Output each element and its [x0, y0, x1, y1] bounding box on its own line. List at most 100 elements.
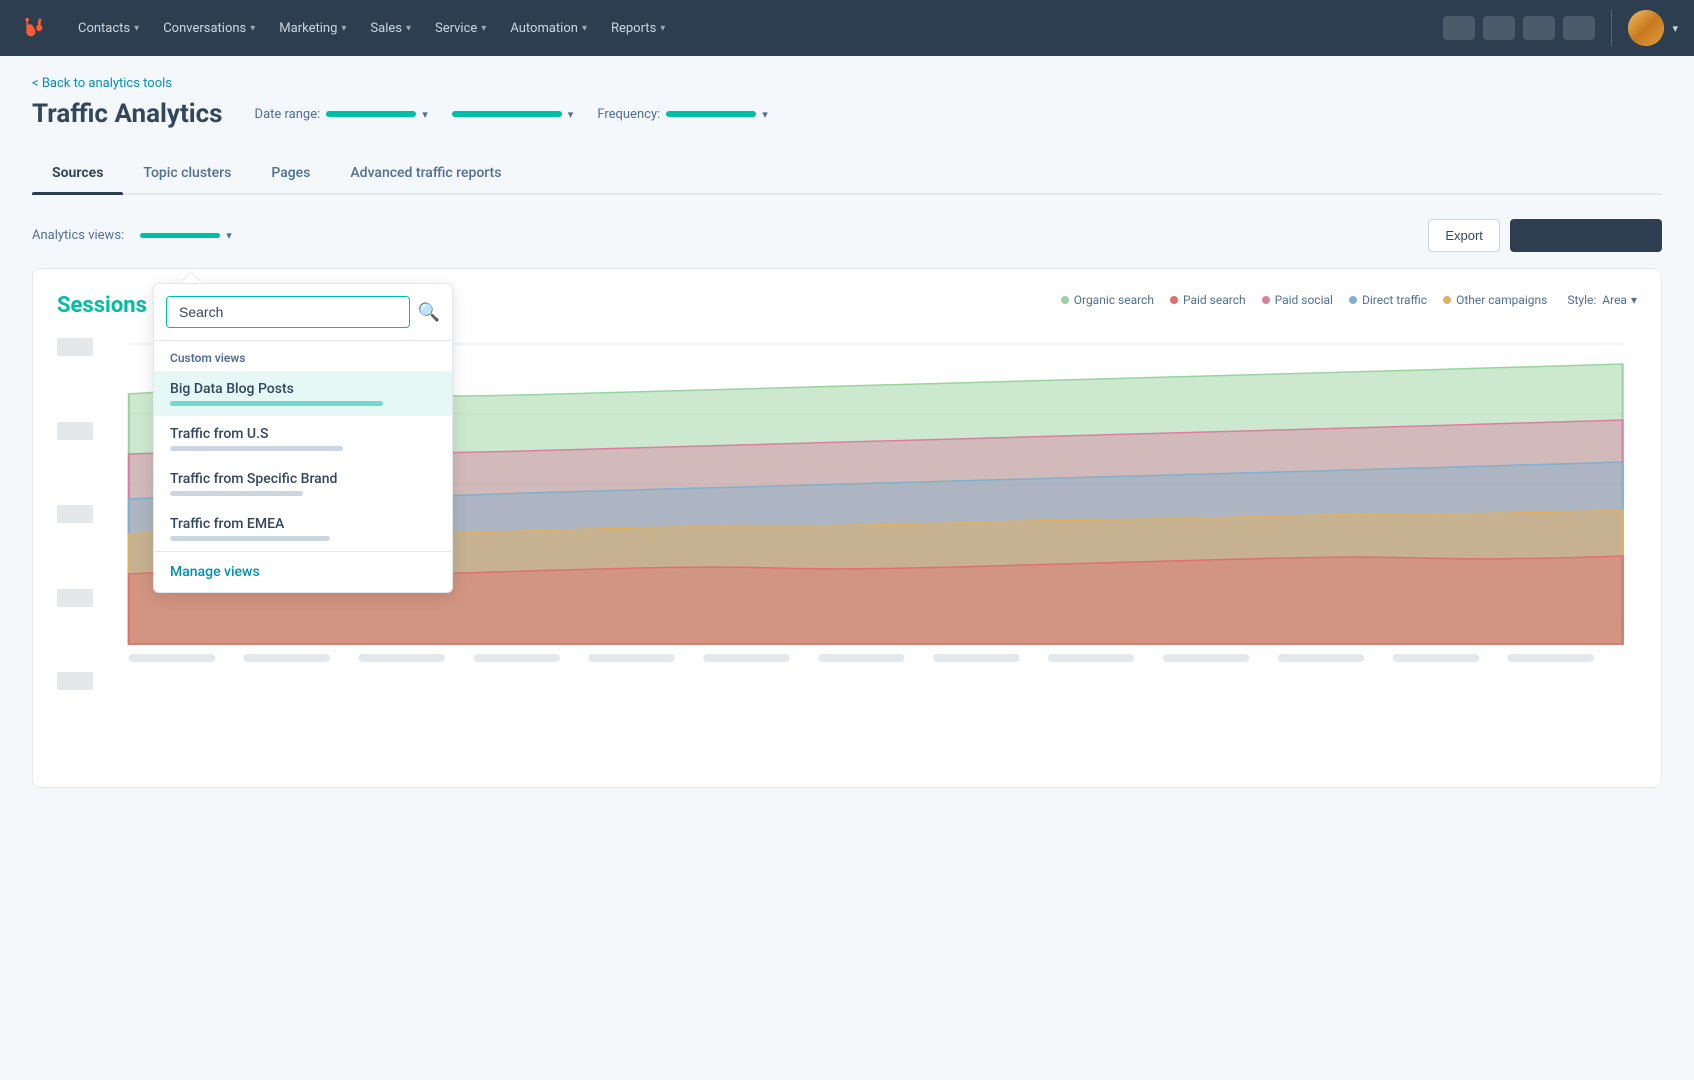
- tab-advanced[interactable]: Advanced traffic reports: [330, 153, 521, 193]
- legend-organic-search: Organic search: [1061, 293, 1154, 307]
- page-content: < Back to analytics tools Traffic Analyt…: [0, 56, 1694, 808]
- chevron-down-icon: ▾: [134, 23, 139, 34]
- frequency-dropdown[interactable]: Frequency: ▾: [597, 107, 767, 122]
- page-title-row: Traffic Analytics Date range: ▾ ▾ Freque…: [32, 99, 1662, 129]
- filter-row: Date range: ▾ ▾ Frequency: ▾: [255, 107, 768, 122]
- chevron-down-icon: ▾: [341, 23, 346, 34]
- y-label-2: [57, 422, 93, 440]
- x-label-10: [1163, 654, 1249, 662]
- x-label-4: [474, 654, 560, 662]
- analytics-views-dropdown-panel: 🔍 Custom views Big Data Blog Posts Traff…: [153, 273, 453, 593]
- style-chevron-icon: ▾: [1631, 293, 1637, 307]
- tab-sources[interactable]: Sources: [32, 153, 123, 193]
- list-item-big-data[interactable]: Big Data Blog Posts: [154, 371, 452, 416]
- nav-icon-4[interactable]: [1563, 16, 1595, 40]
- list-item-traffic-emea[interactable]: Traffic from EMEA: [154, 506, 452, 551]
- analytics-views-bar: [140, 233, 220, 238]
- legend-dot-organic: [1061, 296, 1069, 304]
- x-label-7: [818, 654, 904, 662]
- view-item-bar-2: [170, 446, 343, 451]
- nav-item-service[interactable]: Service ▾: [425, 15, 496, 42]
- date-range-chevron-2: ▾: [568, 108, 574, 121]
- nav-icon-3[interactable]: [1523, 16, 1555, 40]
- chevron-down-icon: ▾: [481, 23, 486, 34]
- date-range-dropdown[interactable]: Date range: ▾: [255, 107, 428, 122]
- nav-item-sales[interactable]: Sales ▾: [360, 15, 421, 42]
- chart-card: 🔍 Custom views Big Data Blog Posts Traff…: [32, 268, 1662, 788]
- x-label-6: [703, 654, 789, 662]
- y-label-4: [57, 589, 93, 607]
- nav-icon-1[interactable]: [1443, 16, 1475, 40]
- chevron-down-icon: ▾: [406, 23, 411, 34]
- analytics-left: Analytics views: ▾: [32, 225, 240, 246]
- legend-dot-paid-social: [1262, 296, 1270, 304]
- nav-divider: [1611, 10, 1612, 46]
- date-range-bar-2: [452, 111, 562, 117]
- date-range-dropdown-2[interactable]: ▾: [452, 108, 574, 121]
- analytics-view-row: Analytics views: ▾ Export ██████████: [32, 219, 1662, 252]
- primary-action-button[interactable]: ██████████: [1510, 219, 1662, 252]
- list-item-traffic-us[interactable]: Traffic from U.S: [154, 416, 452, 461]
- legend-direct-traffic: Direct traffic: [1349, 293, 1427, 307]
- primary-bar: ██████████: [1530, 228, 1642, 243]
- nav-item-marketing[interactable]: Marketing ▾: [269, 15, 356, 42]
- tab-pages[interactable]: Pages: [251, 153, 330, 193]
- nav-item-conversations[interactable]: Conversations ▾: [153, 15, 265, 42]
- tab-topic-clusters[interactable]: Topic clusters: [123, 153, 251, 193]
- avatar-chevron[interactable]: ▾: [1672, 22, 1678, 35]
- legend-dot-paid-search: [1170, 296, 1178, 304]
- tabs-bar: Sources Topic clusters Pages Advanced tr…: [32, 153, 1662, 195]
- y-axis-labels: [57, 334, 93, 694]
- y-label-3: [57, 505, 93, 523]
- x-label-2: [244, 654, 330, 662]
- chart-style-selector[interactable]: Style: Area ▾: [1567, 293, 1637, 307]
- y-label-1: [57, 338, 93, 356]
- x-label-13: [1508, 654, 1594, 662]
- y-label-5: [57, 672, 93, 690]
- analytics-views-chevron: ▾: [226, 229, 232, 242]
- date-range-chevron: ▾: [422, 108, 428, 121]
- search-icon[interactable]: 🔍: [418, 302, 440, 323]
- hubspot-logo[interactable]: [16, 10, 52, 46]
- x-label-12: [1393, 654, 1479, 662]
- dropdown-panel: 🔍 Custom views Big Data Blog Posts Traff…: [153, 283, 453, 593]
- custom-views-label: Custom views: [154, 341, 452, 371]
- nav-right-area: ▾: [1443, 10, 1678, 46]
- legend-dot-direct: [1349, 296, 1357, 304]
- sessions-metric[interactable]: Sessions ▾: [57, 293, 159, 318]
- frequency-bar: [666, 111, 756, 117]
- nav-item-reports[interactable]: Reports ▾: [601, 15, 675, 42]
- list-item-traffic-brand[interactable]: Traffic from Specific Brand: [154, 461, 452, 506]
- chevron-down-icon: ▾: [582, 23, 587, 34]
- x-label-8: [933, 654, 1019, 662]
- back-link[interactable]: < Back to analytics tools: [32, 76, 1662, 91]
- style-area-option[interactable]: Area ▾: [1602, 293, 1637, 307]
- x-label-11: [1278, 654, 1364, 662]
- view-item-bar-3: [170, 491, 303, 496]
- view-item-bar-4: [170, 536, 330, 541]
- chevron-down-icon: ▾: [250, 23, 255, 34]
- nav-item-automation[interactable]: Automation ▾: [500, 15, 597, 42]
- view-item-bar-1: [170, 401, 383, 406]
- x-label-3: [359, 654, 445, 662]
- frequency-chevron: ▾: [762, 108, 768, 121]
- chevron-down-icon: ▾: [660, 23, 665, 34]
- x-label-9: [1048, 654, 1134, 662]
- analytics-views-dropdown[interactable]: ▾: [132, 225, 240, 246]
- export-button[interactable]: Export: [1428, 219, 1500, 252]
- legend-paid-search: Paid search: [1170, 293, 1246, 307]
- legend-dot-other: [1443, 296, 1451, 304]
- nav-item-contacts[interactable]: Contacts ▾: [68, 15, 149, 42]
- legend-other-campaigns: Other campaigns: [1443, 293, 1547, 307]
- page-title: Traffic Analytics: [32, 99, 223, 129]
- nav-icon-2[interactable]: [1483, 16, 1515, 40]
- search-input[interactable]: [166, 296, 410, 328]
- chart-legend: Organic search Paid search Paid social D…: [1061, 293, 1548, 307]
- top-navigation: Contacts ▾ Conversations ▾ Marketing ▾ S…: [0, 0, 1694, 56]
- date-range-bar: [326, 111, 416, 117]
- legend-paid-social: Paid social: [1262, 293, 1333, 307]
- search-box: 🔍: [154, 284, 452, 341]
- analytics-right: Export ██████████: [1428, 219, 1662, 252]
- avatar[interactable]: [1628, 10, 1664, 46]
- manage-views-link[interactable]: Manage views: [154, 551, 452, 592]
